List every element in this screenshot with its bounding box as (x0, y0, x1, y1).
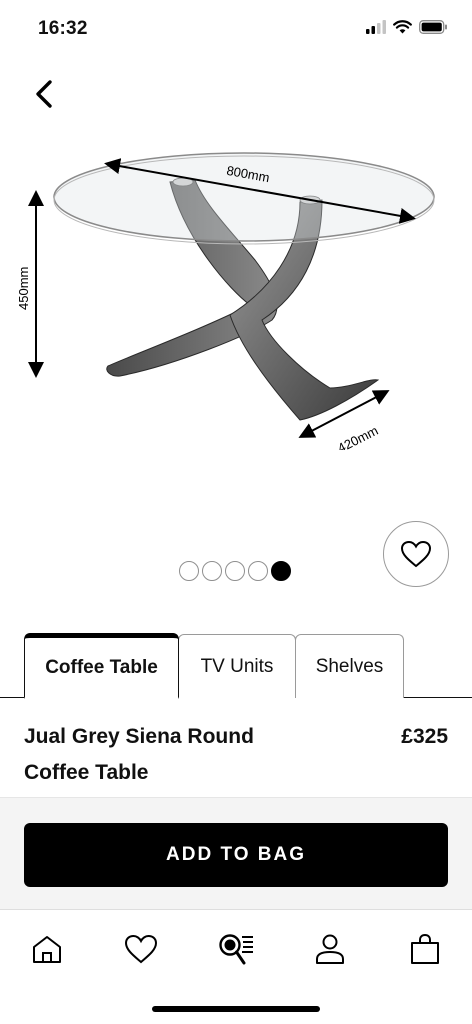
home-indicator (152, 1006, 320, 1012)
tab-tv-units[interactable]: TV Units (178, 634, 296, 698)
tab-coffee-table[interactable]: Coffee Table (24, 633, 179, 699)
dimension-height: 450mm (16, 267, 31, 310)
carousel-dots (179, 561, 291, 581)
bag-icon (411, 933, 439, 964)
heart-icon (400, 540, 432, 568)
signal-icon (366, 20, 386, 34)
status-time: 16:32 (38, 18, 88, 39)
wifi-icon (393, 20, 412, 34)
nav-wishlist[interactable] (121, 929, 161, 969)
wishlist-button[interactable] (383, 521, 449, 587)
heart-icon (124, 934, 158, 964)
nav-home[interactable] (27, 929, 67, 969)
coffee-table-illustration: 800mm 450mm 420mm (16, 152, 435, 456)
battery-icon (419, 20, 447, 34)
product-name: Jual Grey Siena Round Coffee Table (24, 725, 254, 784)
nav-account[interactable] (310, 929, 350, 969)
product-image[interactable]: 800mm 450mm 420mm (0, 130, 472, 456)
tab-shelves[interactable]: Shelves (295, 634, 404, 698)
chevron-left-icon (36, 80, 52, 108)
carousel-dot[interactable] (179, 561, 199, 581)
cta-area: ADD TO BAG (0, 797, 472, 910)
nav-bag[interactable] (405, 929, 445, 969)
carousel-dot[interactable] (202, 561, 222, 581)
carousel-dot[interactable] (225, 561, 245, 581)
search-list-icon (219, 934, 253, 965)
add-to-bag-button[interactable]: ADD TO BAG (24, 823, 448, 887)
product-price: £325 (401, 725, 448, 748)
status-bar: 16:32 (0, 0, 472, 60)
home-icon (33, 936, 61, 963)
dimension-depth: 420mm (335, 423, 380, 450)
account-icon (316, 934, 344, 964)
carousel-dot[interactable] (248, 561, 268, 581)
nav-search[interactable] (216, 929, 256, 969)
carousel-dot-active[interactable] (271, 561, 291, 581)
status-icons (366, 20, 448, 34)
back-button[interactable] (24, 74, 64, 114)
category-tabs: Coffee Table TV Units Shelves (0, 632, 472, 699)
bottom-nav (0, 911, 472, 986)
